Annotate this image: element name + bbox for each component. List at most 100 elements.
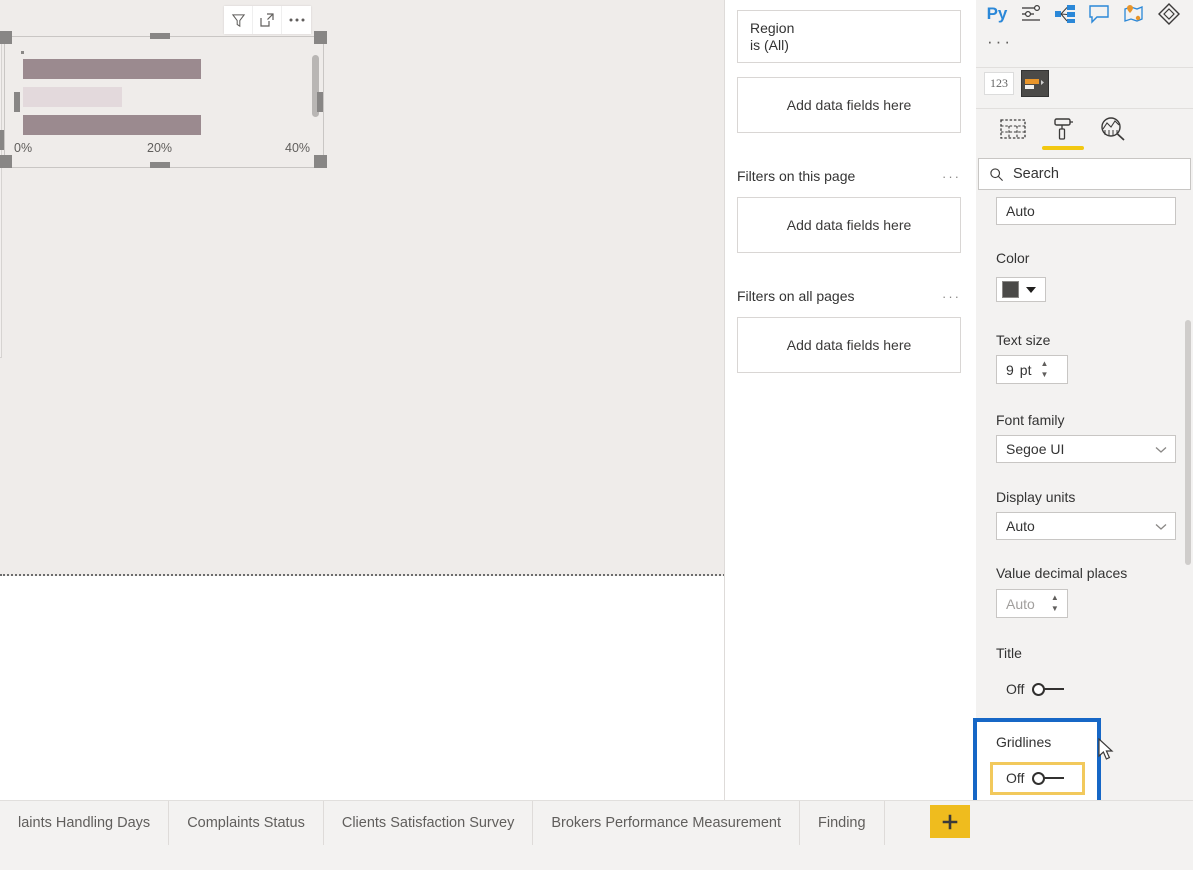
report-canvas-white-area[interactable] xyxy=(0,578,725,800)
font-family-dropdown[interactable]: Segoe UI xyxy=(996,435,1176,463)
title-toggle[interactable]: Off xyxy=(1006,681,1065,697)
bar-segment[interactable] xyxy=(23,59,202,79)
gridlines-toggle-state: Off xyxy=(1006,770,1025,786)
bar-chart-visual[interactable]: 0% 20% 40% xyxy=(4,36,324,168)
value-decimal-places-stepper[interactable]: Auto ▲ ▼ xyxy=(996,589,1068,618)
filters-on-all-pages-header: Filters on all pages ··· xyxy=(737,288,961,304)
stepper-down-icon[interactable]: ▼ xyxy=(1040,371,1048,379)
value-decimal-places-value: Auto xyxy=(1006,595,1035,612)
more-visuals-ellipsis-icon[interactable]: ··· xyxy=(987,32,1013,52)
drop-zone-label: Add data fields here xyxy=(786,337,912,353)
visual-focus-dot xyxy=(21,51,24,54)
status-bar xyxy=(0,845,1193,870)
filter-condition: is (All) xyxy=(750,37,789,53)
card-123-icon[interactable]: 123 xyxy=(984,72,1014,95)
text-size-unit: pt xyxy=(1019,361,1032,378)
page-tab[interactable]: Finding xyxy=(800,800,885,846)
text-size-stepper[interactable]: 9 pt ▲ ▼ xyxy=(996,355,1068,384)
visualizations-format-pane: Py ··· 123 Search Auto Color Text size 9… xyxy=(973,0,1193,870)
auto-input-value: Auto xyxy=(1006,203,1035,219)
display-units-value: Auto xyxy=(1006,518,1035,534)
all-pages-filter-drop-zone[interactable]: Add data fields here xyxy=(737,317,961,373)
text-size-value: 9 xyxy=(1006,361,1014,378)
chevron-down-icon[interactable] xyxy=(1155,441,1167,457)
section-title: Filters on this page xyxy=(737,168,856,184)
page-tab[interactable]: Complaints Status xyxy=(169,800,324,846)
filter-field-name: Region xyxy=(750,20,795,36)
selection-handle-bottom-right[interactable] xyxy=(314,155,327,168)
stepper-down-icon[interactable]: ▼ xyxy=(1051,605,1059,613)
visual-filter-drop-zone[interactable]: Add data fields here xyxy=(737,77,961,133)
bar-chart-icon[interactable] xyxy=(1021,70,1049,97)
format-tab[interactable] xyxy=(1040,112,1086,146)
section-more-icon[interactable]: ··· xyxy=(942,289,961,304)
section-title: Filters on all pages xyxy=(737,288,855,304)
color-swatch[interactable] xyxy=(1002,281,1019,298)
pane-divider xyxy=(976,67,1193,68)
page-filter-drop-zone[interactable]: Add data fields here xyxy=(737,197,961,253)
field-type-icons-row: 123 xyxy=(976,70,1193,108)
page-tab[interactable]: Clients Satisfaction Survey xyxy=(324,800,534,846)
axis-tick-label: 20% xyxy=(147,141,173,155)
bar-segment[interactable] xyxy=(23,87,123,107)
toggle-track xyxy=(1044,688,1065,690)
gridlines-toggle[interactable]: Off xyxy=(1006,770,1065,786)
selection-handle-top-mid[interactable] xyxy=(150,33,170,39)
auto-input-top[interactable]: Auto xyxy=(996,197,1176,225)
selection-handle-right-center[interactable] xyxy=(317,92,323,112)
visualization-gallery: Py ··· xyxy=(976,0,1193,62)
chevron-down-icon[interactable] xyxy=(1155,518,1167,534)
arcgis-maps-icon[interactable] xyxy=(1120,1,1146,27)
filters-pane: Region is (All) Add data fields here Fil… xyxy=(725,0,975,800)
paginated-report-icon[interactable] xyxy=(1156,1,1182,27)
gridlines-label: Gridlines xyxy=(996,734,1052,750)
more-options-icon[interactable] xyxy=(282,6,311,34)
analytics-tab[interactable] xyxy=(1090,112,1136,146)
axis-tick-label: 40% xyxy=(285,141,311,155)
add-page-button[interactable] xyxy=(930,805,970,838)
visual-header-toolbar[interactable] xyxy=(224,6,311,34)
section-more-icon[interactable]: ··· xyxy=(942,169,961,184)
page-tab[interactable]: laints Handling Days xyxy=(0,800,170,846)
title-toggle-state: Off xyxy=(1006,681,1025,697)
canvas-boundary-dotted-line xyxy=(0,574,725,576)
value-decimal-places-label: Value decimal places xyxy=(996,565,1128,581)
selection-handle-top-left[interactable] xyxy=(0,31,12,44)
offscreen-visual-sliver[interactable] xyxy=(0,36,2,358)
font-family-label: Font family xyxy=(996,412,1065,428)
color-label: Color xyxy=(996,250,1030,266)
page-tab[interactable]: Brokers Performance Measurement xyxy=(533,800,800,846)
selection-handle-top-right[interactable] xyxy=(314,31,327,44)
pane-divider xyxy=(976,108,1193,109)
selection-handle-left-center[interactable] xyxy=(14,92,20,112)
page-tab-bar: laints Handling Days Complaints Status C… xyxy=(0,800,1193,846)
search-placeholder: Search xyxy=(1013,166,1059,182)
axis-tick-label: 0% xyxy=(14,141,33,155)
filter-funnel-icon[interactable] xyxy=(224,6,253,34)
selection-handle-bottom-left[interactable] xyxy=(0,155,12,168)
key-influencers-icon[interactable] xyxy=(1018,1,1044,27)
format-pane-tabs xyxy=(976,112,1193,152)
stepper-arrows[interactable]: ▲ ▼ xyxy=(1051,594,1059,613)
toggle-track xyxy=(1044,777,1065,779)
python-visual-icon[interactable]: Py xyxy=(984,1,1010,27)
focus-mode-icon[interactable] xyxy=(253,6,282,34)
selection-handle-bottom-mid[interactable] xyxy=(150,162,170,168)
chevron-down-icon[interactable] xyxy=(1026,286,1036,293)
display-units-dropdown[interactable]: Auto xyxy=(996,512,1176,540)
title-label: Title xyxy=(996,645,1022,661)
stepper-arrows[interactable]: ▲ ▼ xyxy=(1040,360,1048,379)
search-input[interactable]: Search xyxy=(978,158,1191,190)
drop-zone-label: Add data fields here xyxy=(786,217,912,233)
format-tab-selected-underline xyxy=(1042,146,1084,150)
qna-visual-icon[interactable] xyxy=(1086,1,1112,27)
filter-card-region[interactable]: Region is (All) xyxy=(737,10,961,63)
bar-segment[interactable] xyxy=(23,115,202,135)
stepper-up-icon[interactable]: ▲ xyxy=(1051,594,1059,602)
color-picker-button[interactable] xyxy=(996,277,1046,302)
decomposition-tree-icon[interactable] xyxy=(1052,1,1078,27)
fields-tab[interactable] xyxy=(990,112,1036,146)
format-pane-scrollbar-thumb[interactable] xyxy=(1185,320,1191,565)
text-size-label: Text size xyxy=(996,332,1051,348)
stepper-up-icon[interactable]: ▲ xyxy=(1040,360,1048,368)
